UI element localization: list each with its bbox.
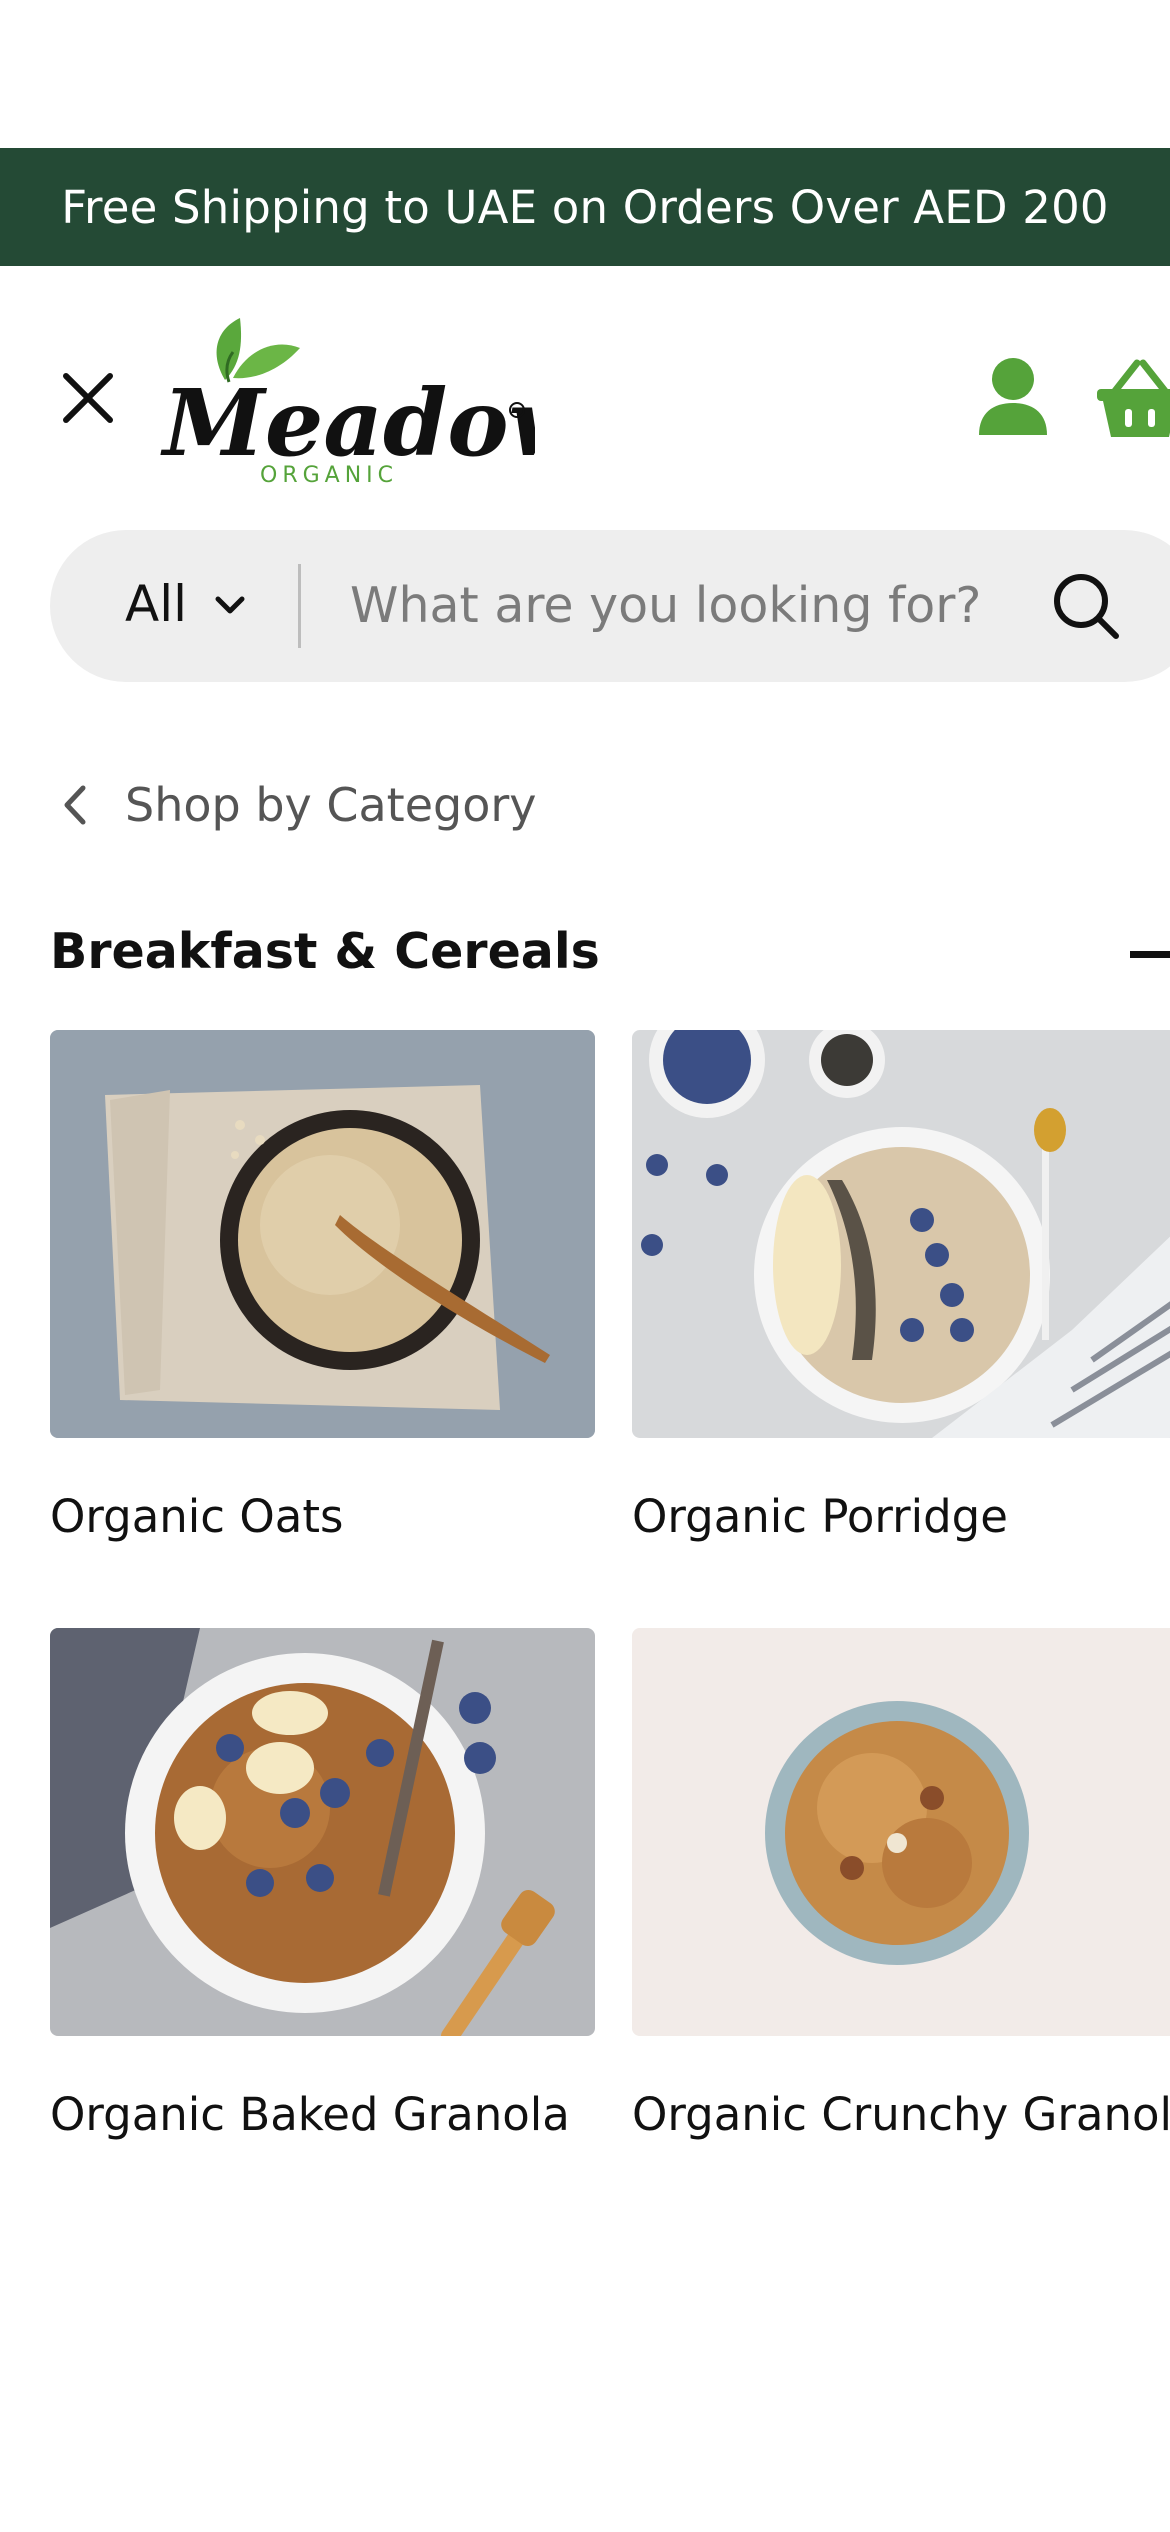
- brand-logo[interactable]: Meadows ORGANIC: [155, 310, 640, 490]
- tile-image: [50, 1030, 595, 1438]
- category-tile-baked-granola[interactable]: Organic Baked Granola: [50, 1628, 595, 2148]
- category-title: Breakfast & Cereals: [50, 923, 600, 980]
- category-tile-crunchy-granola[interactable]: Organic Crunchy Granola: [632, 1628, 1170, 2148]
- search-divider: [298, 564, 301, 648]
- category-tile-porridge[interactable]: Organic Porridge: [632, 1030, 1170, 1550]
- collapse-icon[interactable]: [1130, 951, 1170, 958]
- promo-banner-text: Free Shipping to UAE on Orders Over AED …: [61, 180, 1109, 234]
- search-icon[interactable]: [1050, 570, 1122, 642]
- tile-label: Organic Oats: [50, 1490, 344, 1543]
- tile-image: [632, 1030, 1170, 1438]
- search-bar: All What are you looking for?: [50, 530, 1170, 682]
- basket-icon: [1097, 359, 1170, 437]
- brand-subtitle: ORGANIC: [260, 463, 398, 488]
- close-icon: [63, 373, 113, 423]
- chevron-down-icon: [215, 596, 245, 614]
- brand-wordmark: Meadows: [160, 369, 535, 477]
- shop-by-category-label: Shop by Category: [125, 778, 537, 832]
- tile-label: Organic Crunchy Granola: [632, 2088, 1170, 2141]
- promo-banner: Free Shipping to UAE on Orders Over AED …: [0, 148, 1170, 266]
- chevron-left-icon: [64, 785, 86, 825]
- tile-label: Organic Baked Granola: [50, 2088, 570, 2141]
- user-icon: [979, 358, 1047, 435]
- search-category-value: All: [125, 575, 187, 633]
- tile-image: [632, 1628, 1170, 2036]
- category-tile-oats[interactable]: Organic Oats: [50, 1030, 595, 1550]
- cart-button[interactable]: [1095, 355, 1170, 439]
- tile-image: [50, 1628, 595, 2036]
- tile-label: Organic Porridge: [632, 1490, 1008, 1543]
- search-input[interactable]: What are you looking for?: [350, 577, 981, 634]
- account-button[interactable]: [975, 355, 1051, 439]
- close-button[interactable]: [50, 360, 126, 436]
